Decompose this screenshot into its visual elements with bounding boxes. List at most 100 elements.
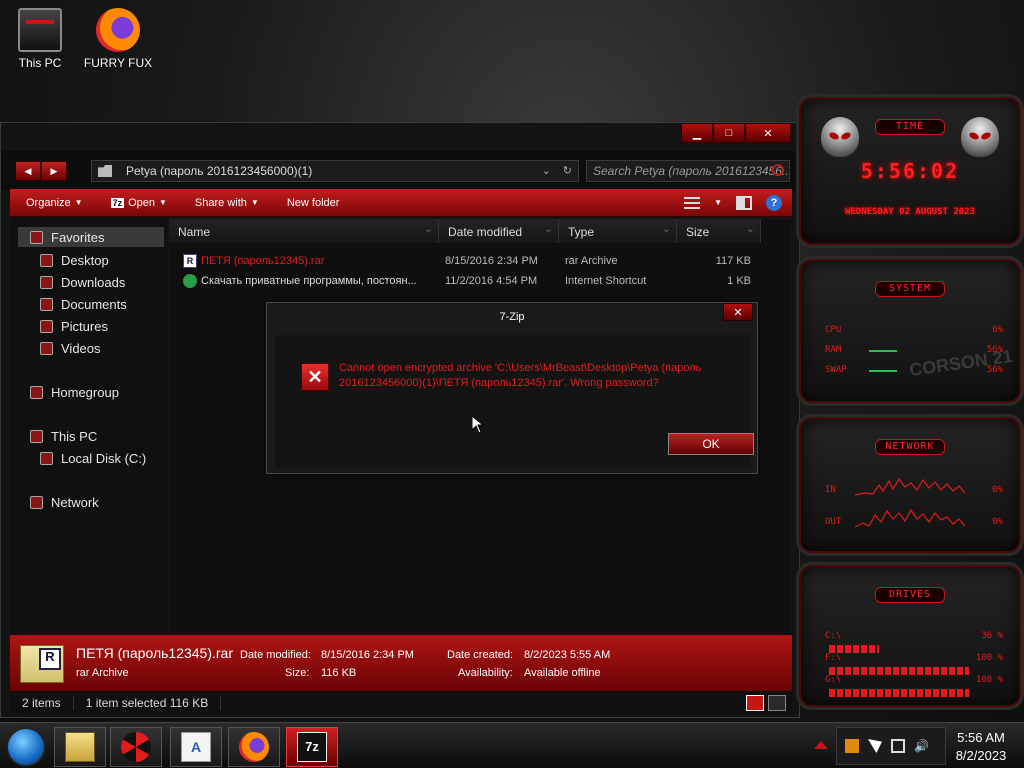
nav-item-this-pc[interactable]: This PC	[30, 429, 97, 444]
show-hidden-icons-arrow[interactable]	[814, 741, 828, 749]
availability-label: Availability:	[458, 667, 513, 679]
taskbar-app-wordpad[interactable]: A	[170, 727, 222, 767]
clock-time: 5:56 AM	[957, 730, 1005, 745]
details-pane: ПЕТЯ (пароль12345).rar rar Archive Date …	[10, 635, 792, 691]
flag-icon[interactable]	[868, 739, 882, 753]
chevron-down-icon: ▼	[74, 198, 83, 207]
taskbar-app-firefox[interactable]	[228, 727, 280, 767]
chevron-down-icon[interactable]: ▼	[714, 198, 722, 207]
file-row[interactable]: Скачать приватные программы, постоян... …	[183, 271, 759, 291]
column-header-size[interactable]: Size	[677, 219, 761, 243]
taskbar-clock[interactable]: 5:56 AM 8/2/2023	[948, 729, 1014, 765]
nav-item-local-disk[interactable]: Local Disk (C:)	[40, 451, 146, 466]
navigation-pane: Favorites Desktop Downloads Documents Pi…	[10, 219, 168, 635]
details-view-icon[interactable]	[746, 695, 764, 711]
firefox-icon	[239, 732, 269, 762]
system-gadget: SYSTEM CORSON 21 CPU 6% RAM 56% SWAP 56%	[796, 256, 1024, 406]
error-message: Cannot open encrypted archive 'C:\Users\…	[339, 362, 702, 389]
dialog-body: ✕ Cannot open encrypted archive 'C:\User…	[275, 335, 754, 467]
videos-icon	[40, 342, 53, 355]
taskbar-app-file-explorer[interactable]	[54, 727, 106, 767]
taskbar: A 7z 🔊 5:56 AM 8/2/2023	[0, 722, 1024, 768]
documents-icon	[40, 298, 53, 311]
column-header-date[interactable]: Date modified	[439, 219, 559, 243]
view-options-icon[interactable]	[684, 196, 701, 209]
maximize-button[interactable]: □	[713, 123, 745, 143]
new-folder-button[interactable]: New folder	[273, 197, 354, 209]
search-icon[interactable]	[772, 164, 784, 176]
size-value: 116 KB	[321, 667, 357, 679]
drive-icon	[40, 452, 53, 465]
folder-icon	[98, 165, 112, 177]
radiation-icon	[121, 732, 151, 762]
taskbar-app-7zip[interactable]: 7z	[286, 727, 338, 767]
desktop-icon-furry-fux[interactable]: FURRY FUX	[80, 8, 156, 70]
nav-item-network[interactable]: Network	[30, 495, 99, 510]
network-out-graph	[855, 508, 965, 528]
dialog-title: 7-Zip	[499, 311, 525, 323]
item-count: 2 items	[10, 696, 74, 710]
date-modified-label: Date modified:	[240, 649, 311, 661]
back-button[interactable]: ◀	[15, 161, 41, 181]
start-button[interactable]	[6, 727, 46, 767]
drives-gadget: DRIVES C:\ 36 % F:\ 100 % G:\ 100 %	[796, 562, 1024, 710]
ram-bar	[869, 350, 897, 352]
selection-info: 1 item selected 116 KB	[74, 696, 222, 710]
rar-archive-icon	[20, 645, 64, 683]
organize-button[interactable]: Organize ▼	[10, 197, 97, 209]
date-modified-value: 8/15/2016 2:34 PM	[321, 649, 414, 661]
swap-bar	[869, 370, 897, 372]
date-created-value: 8/2/2023 5:55 AM	[524, 649, 611, 661]
desktop-icon	[40, 254, 53, 267]
7zip-icon: 7z	[110, 197, 125, 208]
swap-row: SWAP 56%	[825, 365, 1003, 375]
desktop-icon-this-pc[interactable]: This PC	[2, 8, 78, 70]
address-dropdown-icon[interactable]: ⌄	[542, 164, 551, 177]
nav-item-pictures[interactable]: Pictures	[40, 319, 108, 334]
status-bar: 2 items 1 item selected 116 KB	[10, 691, 792, 715]
volume-icon[interactable]: 🔊	[914, 739, 929, 753]
desktop-icon-label: FURRY FUX	[83, 56, 153, 70]
drive-usage-bar	[829, 645, 879, 653]
forward-button[interactable]: ▶	[41, 161, 67, 181]
minimize-button[interactable]: ▁	[681, 123, 713, 143]
chevron-down-icon: ▼	[250, 198, 259, 207]
taskbar-app-radiation[interactable]	[110, 727, 162, 767]
chevron-down-icon: ▼	[159, 198, 167, 207]
homegroup-icon	[30, 386, 43, 399]
file-row[interactable]: R ПЕТЯ (пароль12345).rar 8/15/2016 2:34 P…	[183, 251, 759, 271]
network-tray-icon[interactable]	[891, 739, 905, 753]
nav-item-favorites[interactable]: Favorites	[18, 227, 164, 247]
drive-row: C:\ 36 %	[825, 631, 1003, 641]
open-button[interactable]: 7z Open ▼	[97, 197, 181, 209]
downloads-icon	[40, 276, 53, 289]
share-with-button[interactable]: Share with ▼	[181, 197, 273, 209]
preview-pane-icon[interactable]	[736, 195, 752, 210]
refresh-icon[interactable]: ↻	[563, 164, 572, 177]
system-tray: 🔊	[836, 727, 946, 765]
nav-item-desktop[interactable]: Desktop	[40, 253, 109, 268]
address-path: Petya (пароль 2016123456000)(1)	[126, 164, 313, 178]
7zip-icon: 7z	[297, 732, 327, 762]
gadget-title: TIME	[875, 119, 945, 135]
nav-item-homegroup[interactable]: Homegroup	[30, 385, 119, 400]
gadget-date: WEDNESDAY 02 AUGUST 2023	[844, 207, 976, 217]
ok-button[interactable]: OK	[668, 433, 754, 455]
large-icons-view-icon[interactable]	[768, 695, 786, 711]
gadget-title: NETWORK	[875, 439, 945, 455]
window-controls: ▁ □ ✕	[681, 123, 791, 143]
nav-item-documents[interactable]: Documents	[40, 297, 127, 312]
dialog-close-button[interactable]: ✕	[723, 303, 753, 321]
help-icon[interactable]: ?	[766, 194, 782, 211]
column-header-type[interactable]: Type	[559, 219, 677, 243]
app-tray-icon[interactable]	[845, 739, 859, 753]
folder-icon	[65, 732, 95, 762]
column-header-name[interactable]: Name	[169, 219, 439, 243]
network-in-graph	[855, 477, 965, 496]
close-button[interactable]: ✕	[745, 123, 791, 143]
nav-item-downloads[interactable]: Downloads	[40, 275, 125, 290]
address-bar[interactable]: Petya (пароль 2016123456000)(1) ⌄ ↻	[91, 160, 579, 182]
nav-item-videos[interactable]: Videos	[40, 341, 101, 356]
search-input[interactable]: Search Petya (пароль 2016123456...	[586, 160, 790, 182]
alien-head-icon	[961, 117, 999, 157]
